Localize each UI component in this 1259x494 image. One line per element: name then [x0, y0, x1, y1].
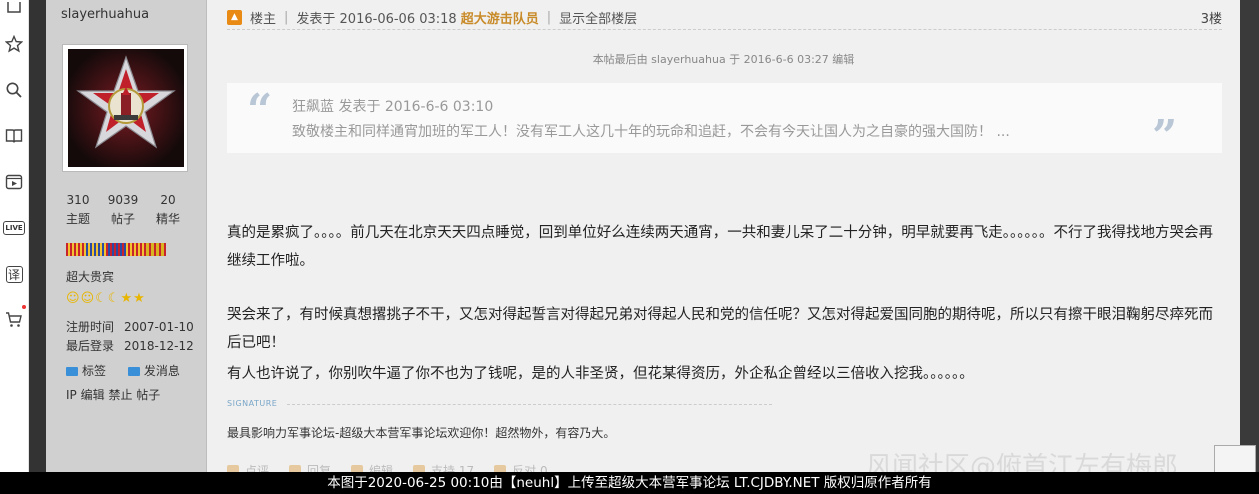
- quote-close-icon: ”: [1152, 111, 1178, 162]
- translate-label: 译: [5, 265, 23, 283]
- owner-label: 楼主: [250, 11, 277, 27]
- user-panel: slayerhuahua 310 主题 9039 帖子 20 精华 超大贵宾 ☺…: [46, 0, 207, 494]
- user-posts-link[interactable]: 帖子: [136, 388, 160, 402]
- medal-ribbons: [66, 243, 166, 256]
- stat-digest-label: 精华: [155, 212, 180, 226]
- quote-header[interactable]: 狂飙蓝 发表于 2016-6-6 03:10: [292, 96, 493, 116]
- search-icon[interactable]: [4, 80, 24, 100]
- signature-label: SIGNATURE: [227, 399, 278, 408]
- admin-actions: IP 编辑 禁止 帖子: [66, 386, 160, 403]
- register-date: 2007-01-10: [124, 320, 194, 334]
- post-paragraph: 有人也许说了，你别吹牛逼了你不也为了钱呢，是的人非圣贤，但花某得资历，外企私企曾…: [227, 366, 974, 382]
- post-date: 发表于 2016-06-06 03:18: [296, 11, 457, 27]
- stat-posts-label: 帖子: [110, 212, 135, 226]
- tag-link[interactable]: 标签: [66, 364, 106, 378]
- tag-label: 标签: [82, 364, 107, 378]
- edit-note: 本帖最后由 slayerhuahua 于 2016-6-6 03:27 编辑: [592, 53, 855, 66]
- owner-icon: ▲: [227, 9, 242, 25]
- browser-sidebar: LIVE 译: [0, 0, 29, 494]
- star-icon[interactable]: [4, 34, 24, 54]
- moon-icon: ☾: [107, 291, 120, 306]
- star-level-icon: ★: [120, 291, 133, 306]
- quote-open-icon: “: [247, 85, 273, 136]
- user-team[interactable]: 超大游击队员: [461, 8, 539, 27]
- show-all-floors-link[interactable]: 显示全部楼层: [559, 8, 637, 27]
- stat-digest[interactable]: 20 精华: [148, 193, 188, 227]
- user-actions: 标签 发消息: [66, 362, 180, 379]
- quote-block: “ 狂飙蓝 发表于 2016-6-6 03:10 致敬楼主和同样通宵加班的军工人…: [227, 83, 1222, 162]
- stat-digest-value: 20: [160, 193, 176, 207]
- stat-threads[interactable]: 310 主题: [58, 193, 98, 227]
- sun-icon: ☺: [66, 291, 80, 306]
- post-paragraph: 哭会来了，有时候真想撂挑子不干，又怎对得起誓言对得起兄弟对得起人民和党的信任呢？…: [227, 307, 1213, 351]
- user-rank: 超大贵宾: [66, 270, 115, 284]
- message-link[interactable]: 发消息: [127, 364, 180, 378]
- stat-posts[interactable]: 9039 帖子: [103, 193, 143, 227]
- live-label: LIVE: [3, 221, 25, 235]
- last-login-label: 最后登录: [66, 339, 115, 353]
- signature-text: 最具影响力军事论坛-超级大本营军事论坛欢迎你！超然物外，有容乃大。: [227, 426, 616, 440]
- cart-icon[interactable]: [4, 310, 24, 330]
- message-label: 发消息: [143, 364, 180, 378]
- stat-threads-label: 主题: [65, 212, 90, 226]
- last-login-info: 最后登录 2018-12-12: [66, 337, 194, 354]
- star-level-icon: ★: [133, 291, 145, 306]
- ban-user-link[interactable]: 禁止: [108, 388, 132, 402]
- moon-icon: ☾: [95, 291, 107, 306]
- stat-posts-value: 9039: [107, 193, 139, 207]
- post-header: ▲ 楼主 | 发表于 2016-06-06 03:18 超大游击队员 | 显示全…: [227, 5, 1222, 30]
- register-label: 注册时间: [66, 320, 115, 334]
- level-icons: ☺ ☺ ☾ ☾ ★ ★: [66, 291, 145, 306]
- page-right-border: [1240, 0, 1259, 494]
- video-icon[interactable]: [4, 172, 24, 192]
- sun-icon: ☺: [80, 291, 95, 306]
- edit-user-link[interactable]: 编辑: [81, 388, 105, 402]
- avatar[interactable]: [68, 49, 184, 167]
- floor-number[interactable]: 3楼: [1201, 8, 1222, 27]
- menu-icon[interactable]: [4, 0, 24, 20]
- user-stats: 310 主题 9039 帖子 20 精华: [58, 193, 188, 227]
- mail-icon: [127, 367, 140, 376]
- translate-icon[interactable]: 译: [4, 264, 24, 284]
- post-paragraph: 真的是累疯了。。。。前几天在北京天天四点睡觉，回到单位好么连续两天通宵，一共和妻…: [227, 225, 1213, 269]
- username[interactable]: slayerhuahua: [61, 7, 149, 22]
- notification-dot: [22, 305, 26, 309]
- post-content: ▲ 楼主 | 发表于 2016-06-06 03:18 超大游击队员 | 显示全…: [207, 0, 1240, 494]
- upload-caption: 本图于2020-06-25 00:10由【neuhl】上传至超级大本营军事论坛 …: [0, 472, 1259, 494]
- signature-divider: [287, 404, 772, 405]
- last-login-date: 2018-12-12: [124, 339, 194, 353]
- ip-link[interactable]: IP: [66, 388, 77, 402]
- register-info: 注册时间 2007-01-10: [66, 318, 194, 335]
- book-icon[interactable]: [4, 126, 24, 146]
- page-left-border: [29, 0, 46, 494]
- live-icon[interactable]: LIVE: [3, 218, 25, 238]
- avatar-frame: [62, 44, 188, 172]
- stat-threads-value: 310: [66, 193, 90, 207]
- mail-icon: [66, 367, 78, 376]
- quote-body: 致敬楼主和同样通宵加班的军工人！没有军工人这几十年的玩命和追赶，不会有今天让国人…: [292, 124, 1010, 140]
